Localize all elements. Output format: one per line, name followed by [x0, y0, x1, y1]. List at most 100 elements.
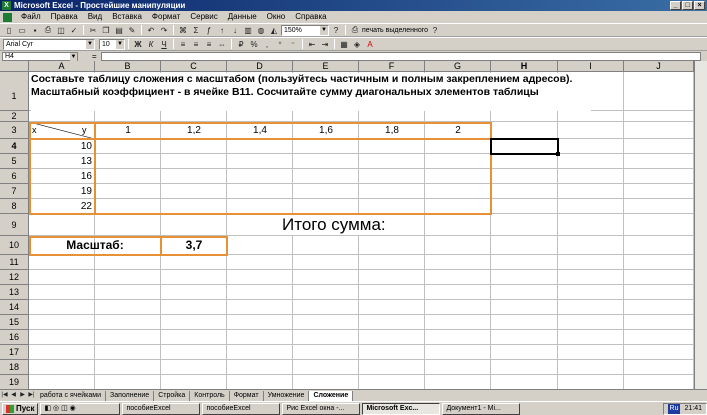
sheet-tab[interactable]: Заполнение — [106, 390, 155, 401]
menu-edit[interactable]: Правка — [46, 11, 83, 23]
menu-file[interactable]: Файл — [16, 11, 46, 23]
formula-input[interactable] — [100, 51, 701, 61]
select-all-corner[interactable] — [0, 61, 29, 72]
row-header[interactable]: 4 — [0, 139, 29, 154]
help-icon-2[interactable]: ? — [429, 25, 441, 36]
row-header[interactable]: 19 — [0, 375, 29, 389]
paste-icon[interactable]: ▤ — [113, 25, 125, 36]
help-icon[interactable]: ? — [330, 25, 342, 36]
menu-format[interactable]: Формат — [147, 11, 185, 23]
open-icon[interactable]: ▭ — [16, 25, 28, 36]
merge-center-icon[interactable]: ⇔ — [216, 39, 228, 50]
row-header[interactable]: 13 — [0, 285, 29, 300]
sort-asc-icon[interactable]: ↑ — [216, 25, 228, 36]
row-header[interactable]: 9 — [0, 214, 29, 236]
column-header[interactable]: F — [359, 61, 425, 72]
column-header[interactable]: G — [425, 61, 491, 72]
undo-icon[interactable]: ↶ — [145, 25, 157, 36]
task-button[interactable]: Документ1 - Mi... — [442, 402, 521, 415]
column-header[interactable]: A — [29, 61, 95, 72]
sheet-tab[interactable]: Контроль — [190, 390, 230, 401]
sort-desc-icon[interactable]: ↓ — [229, 25, 241, 36]
map-icon[interactable]: ◍ — [255, 25, 267, 36]
prev-sheet-icon[interactable]: ◀ — [9, 391, 18, 400]
row-header[interactable]: 16 — [0, 330, 29, 345]
column-header[interactable]: B — [95, 61, 161, 72]
column-header[interactable]: I — [558, 61, 624, 72]
increase-decimal-icon[interactable]: ⁺ — [274, 39, 286, 50]
menu-insert[interactable]: Вставка — [107, 11, 147, 23]
column-header[interactable]: H — [491, 61, 558, 72]
quick-launch[interactable]: ◧ ◎ ◫ ◉ — [40, 402, 121, 415]
column-header[interactable]: D — [227, 61, 293, 72]
close-button[interactable]: × — [694, 1, 705, 10]
sheet-tab[interactable]: Стройка — [154, 390, 191, 401]
menu-view[interactable]: Вид — [83, 11, 107, 23]
hyperlink-icon[interactable]: ⌘ — [177, 25, 189, 36]
workbook-icon[interactable] — [3, 12, 12, 22]
row-header[interactable]: 10 — [0, 236, 29, 255]
row-header[interactable]: 18 — [0, 360, 29, 375]
row-header[interactable]: 12 — [0, 270, 29, 285]
redo-icon[interactable]: ↷ — [158, 25, 170, 36]
active-cell-h4[interactable] — [490, 138, 559, 155]
task-button[interactable]: Рис Excel окна -... — [282, 402, 361, 415]
row-header[interactable]: 17 — [0, 345, 29, 360]
row-header[interactable]: 6 — [0, 169, 29, 184]
print-selection-label[interactable]: печать выделенного — [362, 27, 428, 34]
task-button[interactable]: пособиеExcel — [202, 402, 281, 415]
drawing-icon[interactable]: ◭ — [268, 25, 280, 36]
thousands-icon[interactable]: , — [261, 39, 273, 50]
autosum-icon[interactable]: Σ — [190, 25, 202, 36]
menu-help[interactable]: Справка — [290, 11, 331, 23]
worksheet-grid[interactable]: A B C D E F G H I J 1 2 3 4 5 6 7 8 9 10 11 12 13 14 15 16 17 18 19 С… — [0, 61, 707, 389]
row-header[interactable]: 1 — [0, 72, 29, 111]
cut-icon[interactable]: ✂ — [87, 25, 99, 36]
next-sheet-icon[interactable]: ▶ — [18, 391, 27, 400]
new-icon[interactable]: ▯ — [3, 25, 15, 36]
align-center-icon[interactable]: ≡ — [190, 39, 202, 50]
row-header[interactable]: 14 — [0, 300, 29, 315]
first-sheet-icon[interactable]: |◀ — [0, 391, 9, 400]
column-header[interactable]: J — [624, 61, 694, 72]
task-button[interactable]: пособиеExcel — [122, 402, 201, 415]
align-right-icon[interactable]: ≡ — [203, 39, 215, 50]
sheet-tab[interactable]: Формат — [230, 390, 264, 401]
chart-icon[interactable]: ▥ — [242, 25, 254, 36]
row-header[interactable]: 5 — [0, 154, 29, 169]
row-header[interactable]: 3 — [0, 122, 29, 139]
fill-handle[interactable] — [556, 152, 560, 156]
copy-icon[interactable]: ❐ — [100, 25, 112, 36]
column-header[interactable]: E — [293, 61, 359, 72]
align-left-icon[interactable]: ≡ — [177, 39, 189, 50]
currency-icon[interactable]: ₽ — [235, 39, 247, 50]
increase-indent-icon[interactable]: ⇥ — [319, 39, 331, 50]
scale-value[interactable]: 3,7 — [161, 238, 227, 252]
start-button[interactable]: Пуск — [2, 402, 39, 415]
row-header[interactable]: 7 — [0, 184, 29, 199]
language-indicator[interactable]: Ru — [667, 403, 681, 414]
percent-icon[interactable]: % — [248, 39, 260, 50]
menu-data[interactable]: Данные — [223, 11, 262, 23]
font-select[interactable]: Arial Cyr ▼ — [3, 38, 95, 50]
sheet-tab[interactable]: Умножение — [264, 390, 310, 401]
decrease-indent-icon[interactable]: ⇤ — [306, 39, 318, 50]
sheet-tab-active[interactable]: Сложение — [309, 390, 354, 401]
print-selection-icon[interactable]: ⎙ — [349, 25, 361, 36]
print-icon[interactable]: ⎙ — [42, 25, 54, 36]
borders-icon[interactable]: ▦ — [338, 39, 350, 50]
maximize-button[interactable]: □ — [682, 1, 693, 10]
bold-icon[interactable]: Ж — [132, 39, 144, 50]
vertical-scrollbar[interactable] — [694, 61, 707, 389]
spell-icon[interactable]: ✓ — [68, 25, 80, 36]
format-painter-icon[interactable]: ✎ — [126, 25, 138, 36]
name-box[interactable]: H4 ▼ — [2, 51, 78, 61]
row-header[interactable]: 8 — [0, 199, 29, 214]
row-header[interactable]: 2 — [0, 111, 29, 122]
last-sheet-icon[interactable]: ▶| — [27, 391, 36, 400]
menu-tools[interactable]: Сервис — [185, 11, 222, 23]
minimize-button[interactable]: _ — [670, 1, 681, 10]
row-header[interactable]: 11 — [0, 255, 29, 270]
row-header[interactable]: 15 — [0, 315, 29, 330]
menu-window[interactable]: Окно — [262, 11, 291, 23]
